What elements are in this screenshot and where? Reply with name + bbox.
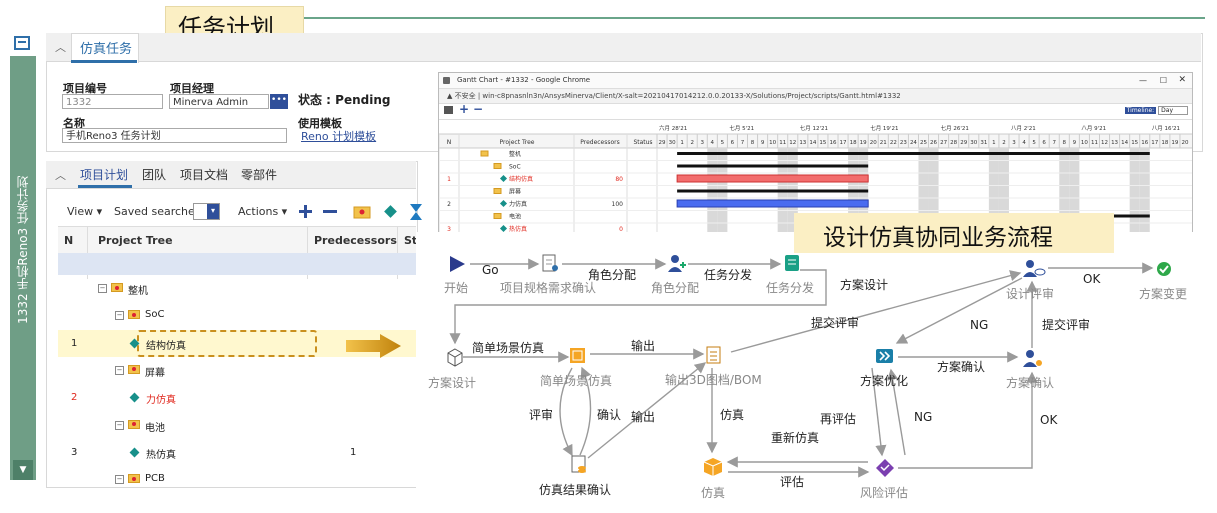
task-dispatch-icon	[785, 255, 799, 271]
node-scheme-opt: 方案优化	[860, 374, 909, 388]
cube-orange-icon	[570, 348, 585, 363]
flow-diagram	[447, 254, 1171, 478]
edge-label-ok2: OK	[1040, 413, 1058, 427]
edge-label-re-eval: 再评估	[820, 412, 857, 426]
node-role-assign: 角色分配	[651, 281, 700, 295]
optimize-icon	[876, 349, 893, 363]
edge-label-scheme-confirm: 方案确认	[937, 360, 986, 374]
document-icon	[542, 254, 558, 272]
play-icon	[450, 256, 465, 272]
edge-label-submit-review1: 提交评审	[811, 316, 860, 330]
box-icon	[703, 458, 723, 476]
node-output-3d: 输出3D图档/BOM	[665, 373, 762, 387]
node-task-dispatch: 任务分发	[766, 281, 815, 295]
edge-label-simulate: 仿真	[720, 408, 745, 422]
edge-label-role-assign: 角色分配	[588, 268, 637, 282]
node-risk-eval: 风险评估	[860, 486, 909, 500]
check-circle-icon	[1157, 262, 1171, 276]
edge-label-submit-review2: 提交评审	[1042, 318, 1091, 332]
edge-label-re-sim: 重新仿真	[771, 431, 820, 445]
edge-label-review: 评审	[529, 408, 554, 422]
node-scheme-confirm: 方案确认	[1006, 376, 1055, 390]
node-design-review: 设计评审	[1006, 287, 1055, 301]
edge-label-ok1: OK	[1083, 272, 1101, 286]
cube-outline-icon	[447, 348, 463, 367]
bom-document-icon	[706, 346, 721, 364]
edge-label-task-dispatch: 任务分发	[704, 268, 753, 282]
review-eye-icon	[1023, 260, 1046, 277]
user-add-icon	[668, 255, 686, 272]
edge-label-ng2: NG	[914, 410, 933, 424]
edge-ng1	[895, 277, 1023, 344]
risk-diamond-icon	[876, 459, 894, 477]
node-simple-sim: 简单场景仿真	[540, 374, 613, 388]
edge-label-evaluate: 评估	[780, 475, 805, 489]
node-req-confirm: 项目规格需求确认	[500, 281, 597, 295]
user-confirm-icon	[1023, 350, 1042, 367]
edge-label-output1: 输出	[631, 339, 656, 353]
edge-label-output2: 输出	[631, 410, 656, 424]
node-start: 开始	[444, 281, 469, 295]
edge-label-go: Go	[482, 263, 499, 277]
node-sim-result-confirm: 仿真结果确认	[539, 483, 612, 497]
node-scheme-design: 方案设计	[428, 376, 477, 390]
database-doc-icon	[571, 455, 586, 473]
node-scheme-change: 方案变更	[1139, 287, 1188, 301]
edge-label-confirm: 确认	[597, 408, 622, 422]
edge-label-scheme-design: 方案设计	[840, 278, 889, 292]
edge-label-simple-sim: 简单场景仿真	[472, 341, 545, 355]
edge-label-ng1: NG	[970, 318, 989, 332]
node-simulation: 仿真	[701, 486, 726, 500]
